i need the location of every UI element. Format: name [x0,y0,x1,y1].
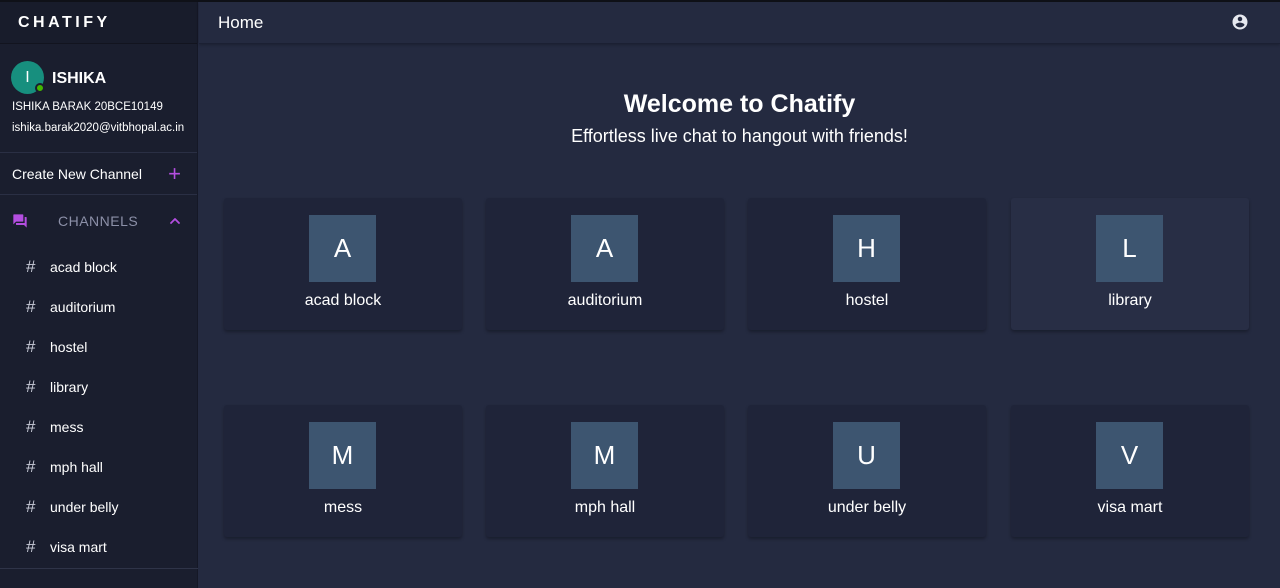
channel-card-tile: H [833,215,900,282]
channel-list: # acad block # auditorium # hostel # lib… [0,247,197,567]
channel-item-mess[interactable]: # mess [0,407,197,447]
app-logo[interactable]: CHATIFY [0,2,197,44]
channel-label: hostel [50,339,88,355]
plus-icon[interactable]: + [168,162,181,185]
hash-icon: # [26,297,36,316]
channel-item-auditorium[interactable]: # auditorium [0,287,197,327]
account-circle-icon[interactable] [1231,13,1249,31]
channel-item-acad-block[interactable]: # acad block [0,247,197,287]
main-content: Welcome to Chatify Effortless live chat … [199,45,1280,588]
channel-card-name: library [1108,292,1152,309]
channel-card-hostel[interactable]: H hostel [748,198,986,330]
channel-item-mph-hall[interactable]: # mph hall [0,447,197,487]
sidebar-divider [0,568,198,569]
channel-card-name: hostel [845,292,889,309]
channel-label: mph hall [50,459,103,475]
channel-item-library[interactable]: # library [0,367,197,407]
channel-card-name: under belly [827,499,907,516]
channel-card-mess[interactable]: M mess [224,405,462,537]
channels-header[interactable]: CHANNELS [0,195,197,247]
avatar[interactable]: I [11,61,45,94]
channel-card-tile: M [571,422,638,489]
channel-card-under-belly[interactable]: U under belly [748,405,986,537]
channel-card-auditorium[interactable]: A auditorium [486,198,724,330]
channel-card-tile: A [571,215,638,282]
channel-card-name: auditorium [567,292,643,309]
sidebar: CHATIFY I ISHIKA ISHIKA BARAK 20BCE10149… [0,2,198,588]
channel-card-name: visa mart [1097,499,1163,516]
channels-title: CHANNELS [58,213,139,229]
channel-item-hostel[interactable]: # hostel [0,327,197,367]
channel-card-name: mph hall [574,499,636,516]
welcome-subtitle: Effortless live chat to hangout with fri… [571,126,908,146]
create-channel-label: Create New Channel [12,165,142,182]
channel-card-tile: U [833,422,900,489]
profile-id-line: ISHIKA BARAK 20BCE10149 [12,101,163,113]
hash-icon: # [26,457,36,476]
channel-label: under belly [50,499,119,515]
top-bar: Home [199,2,1280,44]
profile-name: ISHIKA [52,70,107,87]
channel-card-library[interactable]: L library [1011,198,1249,330]
user-profile: I ISHIKA ISHIKA BARAK 20BCE10149 ishika.… [0,44,197,153]
hash-icon: # [26,417,36,436]
channel-card-visa-mart[interactable]: V visa mart [1011,405,1249,537]
channel-card-name: mess [323,499,363,516]
channel-card-tile: L [1096,215,1163,282]
channel-item-visa-mart[interactable]: # visa mart [0,527,197,567]
hash-icon: # [26,257,36,276]
channel-label: visa mart [50,539,107,555]
profile-email: ishika.barak2020@vitbhopal.ac.in [12,122,185,134]
channel-card-acad-block[interactable]: A acad block [224,198,462,330]
online-status-dot [35,83,45,93]
channel-label: auditorium [50,299,116,315]
channel-card-tile: M [309,422,376,489]
chevron-up-icon[interactable] [169,215,181,227]
channel-card-tile: A [309,215,376,282]
channel-item-under-belly[interactable]: # under belly [0,487,197,527]
channel-label: acad block [50,259,117,275]
avatar-initial: I [25,68,30,86]
channel-label: library [50,379,89,395]
welcome-title: Welcome to Chatify [623,90,856,118]
page-title: Home [218,13,264,32]
channel-label: mess [50,419,84,435]
chat-bubbles-icon [13,214,27,228]
hash-icon: # [26,377,36,396]
channel-card-name: acad block [304,292,382,309]
channel-card-mph-hall[interactable]: M mph hall [486,405,724,537]
hash-icon: # [26,497,36,516]
hash-icon: # [26,337,36,356]
create-channel-button[interactable]: Create New Channel + [0,153,197,195]
hash-icon: # [26,537,36,556]
channel-card-tile: V [1096,422,1163,489]
